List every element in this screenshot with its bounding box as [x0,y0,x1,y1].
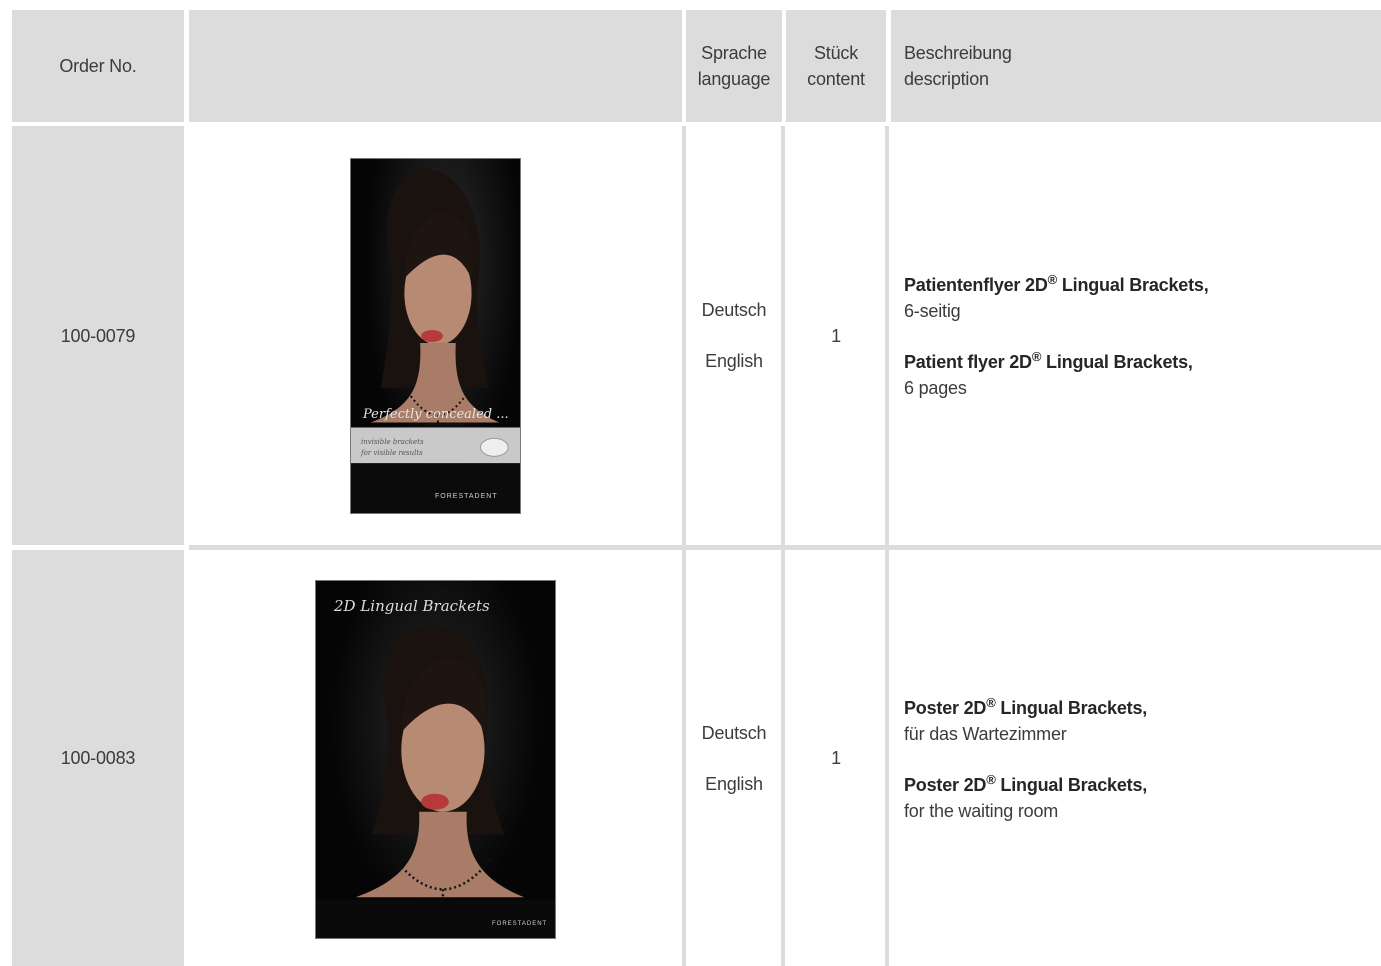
flyer-overlay-text: Perfectly concealed ... [363,407,509,422]
desc-de-detail-2: für das Wartezimmer [904,723,1067,744]
flyer-band-line1: invisible brackets [361,438,424,446]
order-no-1: 100-0079 [60,325,136,346]
header-content-de: Stück [813,43,859,63]
description-cell-2: Poster 2D® Lingual Brackets, für das War… [891,550,1381,966]
desc-de-title-2: Poster 2D [904,697,987,718]
content-cell-2: 1 [786,550,886,966]
desc-en-title-suffix-2: Lingual Brackets, [995,774,1148,795]
desc-de-title-suffix-2: Lingual Brackets, [995,697,1148,718]
poster-brand-logo: FORESTADENT [492,921,548,927]
flyer-brand-logo: FORESTADENT [435,493,498,500]
registered-mark: ® [986,694,996,710]
header-content-en: content [807,69,865,89]
content-qty-2: 1 [831,748,841,768]
flyer-band-line2: for visible results [361,449,423,457]
header-language-en: language [697,69,771,89]
header-language: Sprache language [686,10,782,122]
content-qty-1: 1 [831,325,841,346]
order-no-cell-2: 100-0083 [12,550,184,966]
desc-en-title-1: Patient flyer 2D [904,352,1032,372]
language-de-1: Deutsch [701,300,767,320]
registered-mark: ® [986,771,996,787]
product-image-poster: 2D Lingual Brackets FORESTADENT [315,580,556,939]
order-no-cell-1: 100-0079 [12,126,184,545]
language-cell-1: Deutsch English [686,126,782,545]
header-order-no: Order No. [12,10,184,122]
desc-de-title-suffix-1: Lingual Brackets, [1057,275,1209,295]
desc-en-title-suffix-1: Lingual Brackets, [1041,352,1193,372]
language-en-1: English [705,351,763,371]
language-de-2: Deutsch [701,722,767,743]
header-description: Beschreibung description [891,10,1381,122]
header-order-no-label: Order No. [59,56,137,76]
product-image-flyer: Perfectly concealed ... invisible bracke… [350,158,521,514]
language-en-2: English [705,773,763,794]
desc-de-detail-1: 6-seitig [904,301,961,321]
registered-mark: ® [1047,272,1058,287]
registered-mark: ® [1031,349,1042,364]
header-language-de: Sprache [701,43,767,63]
portrait-illustration [351,168,520,513]
desc-de-title-1: Patientenflyer 2D [904,275,1048,295]
poster-overlay-text: 2D Lingual Brackets [334,597,490,615]
portrait-illustration [316,625,555,938]
description-cell-1: Patientenflyer 2D® Lingual Brackets, 6-s… [891,126,1381,545]
order-no-2: 100-0083 [60,748,136,768]
header-content: Stück content [786,10,886,122]
desc-en-title-2: Poster 2D [904,774,987,795]
desc-en-detail-1: 6 pages [904,378,967,398]
header-description-de: Beschreibung [904,43,1012,63]
content-cell-1: 1 [786,126,886,545]
header-description-en: description [904,69,989,89]
header-image-column [189,10,682,122]
language-cell-2: Deutsch English [686,550,782,966]
desc-en-detail-2: for the waiting room [904,800,1059,821]
